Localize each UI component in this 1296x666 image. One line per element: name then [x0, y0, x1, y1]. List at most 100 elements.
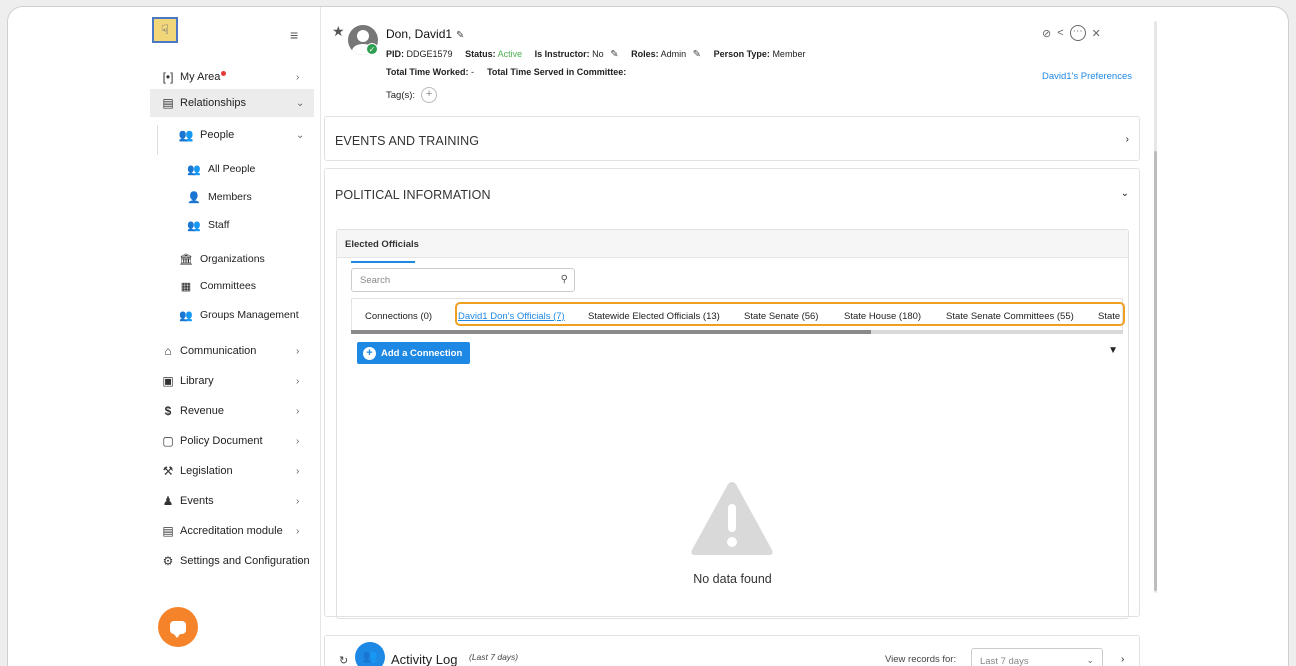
- tab-senate-committees[interactable]: State Senate Committees (55): [946, 311, 1074, 322]
- chevron-right-icon: ›: [296, 71, 300, 83]
- tags-row: Tag(s): +: [386, 87, 438, 103]
- view-records-label: View records for:: [885, 654, 957, 665]
- sidebar-item-committees[interactable]: ▦ Committees: [178, 275, 256, 297]
- time-meta-row: Total Time Worked: - Total Time Served i…: [386, 67, 626, 77]
- app-logo[interactable]: ☟: [152, 17, 178, 43]
- chevron-right-icon: ›: [296, 345, 300, 357]
- committee-icon: ▦: [180, 280, 192, 293]
- card-title: Elected Officials: [345, 239, 419, 250]
- sidebar-item-label: Organizations: [200, 253, 265, 265]
- add-connection-button[interactable]: + Add a Connection: [357, 342, 471, 364]
- edit-pencil-icon[interactable]: ✎: [693, 49, 701, 60]
- sidebar-item-label: All People: [208, 163, 256, 175]
- search-input[interactable]: [352, 269, 542, 291]
- sidebar-item-relationships[interactable]: ▤ Relationships ⌄: [150, 89, 314, 117]
- tab-state-senate[interactable]: State Senate (56): [744, 311, 818, 322]
- sidebar-item-accreditation[interactable]: ▤ Accreditation module ›: [8, 517, 314, 545]
- member-icon: 👤: [187, 191, 201, 204]
- scrollbar-thumb[interactable]: [351, 330, 871, 334]
- sidebar-item-revenue[interactable]: $ Revenue ›: [8, 397, 314, 425]
- close-icon[interactable]: ✕: [1092, 27, 1101, 40]
- sidebar-item-all-people[interactable]: 👥 All People: [186, 158, 255, 180]
- chevron-right-icon: ›: [296, 465, 300, 477]
- warning-icon: [691, 482, 773, 555]
- panel-title[interactable]: POLITICAL INFORMATION: [335, 188, 491, 202]
- chevron-right-icon[interactable]: ›: [1121, 654, 1124, 665]
- tab-connections[interactable]: Connections (0): [365, 311, 432, 322]
- menu-icon[interactable]: ≡: [290, 27, 298, 43]
- chevron-right-icon: ›: [296, 435, 300, 447]
- chat-bubble-icon: [170, 620, 186, 638]
- sidebar-item-label: Policy Document: [180, 435, 263, 447]
- card-header: Elected Officials: [337, 230, 1128, 258]
- tab-scrollbar[interactable]: [351, 330, 1123, 334]
- events-training-panel[interactable]: EVENTS AND TRAINING ›: [324, 116, 1140, 161]
- person-type-value: Member: [772, 49, 806, 59]
- verified-check-icon: ✓: [366, 43, 378, 55]
- sidebar-item-communication[interactable]: ⌂ Communication ›: [8, 337, 314, 365]
- status-value: Active: [497, 49, 523, 59]
- preferences-link[interactable]: David1's Preferences: [1042, 71, 1132, 82]
- political-info-panel: POLITICAL INFORMATION ⌄ Elected Official…: [324, 168, 1140, 619]
- activity-subtitle: (Last 7 days): [469, 652, 519, 662]
- chevron-down-icon: ⌄: [1086, 655, 1094, 665]
- chevron-down-icon: ⌄: [296, 129, 305, 141]
- communication-icon: ⌂: [164, 344, 172, 358]
- sidebar-item-events[interactable]: ♟ Events ›: [8, 487, 314, 515]
- tab-state-house[interactable]: State House (180): [844, 311, 921, 322]
- add-tag-button[interactable]: +: [421, 87, 438, 103]
- share-icon[interactable]: <: [1057, 27, 1063, 39]
- sidebar-item-groups-management[interactable]: 👥 Groups Management: [178, 304, 299, 326]
- refresh-icon[interactable]: ↻: [339, 654, 348, 666]
- gear-icon: ⚙: [162, 554, 174, 568]
- sidebar-item-label: Staff: [208, 219, 230, 231]
- star-icon[interactable]: ★: [332, 23, 345, 40]
- library-icon: ▣: [162, 374, 174, 388]
- sidebar-item-organizations[interactable]: 🏛 Organizations: [178, 248, 265, 270]
- filter-icon[interactable]: ▼: [1108, 345, 1118, 356]
- plus-icon: +: [363, 346, 376, 360]
- staff-icon: 👥: [187, 219, 201, 232]
- hide-icon[interactable]: ⊘: [1042, 27, 1051, 40]
- page-scrollbar[interactable]: [1154, 21, 1157, 593]
- chat-button[interactable]: [158, 607, 198, 647]
- accreditation-icon: ▤: [162, 524, 174, 538]
- sidebar-item-library[interactable]: ▣ Library ›: [8, 367, 314, 395]
- sidebar-item-label: My Area: [180, 71, 221, 83]
- tab-my-officials[interactable]: David1 Don's Officials (7): [458, 311, 565, 322]
- profile-meta-row: PID: DDGE1579 Status: Active Is Instruct…: [386, 49, 805, 60]
- view-records-select[interactable]: Last 7 days ⌄: [971, 648, 1103, 666]
- sidebar-item-legislation[interactable]: ⚒ Legislation ›: [8, 457, 314, 485]
- scrollbar-thumb[interactable]: [1154, 151, 1157, 591]
- sidebar-item-settings[interactable]: ⚙ Settings and Configuration ›: [8, 547, 314, 575]
- sidebar-item-members[interactable]: 👤 Members: [186, 186, 252, 208]
- tab-statewide-officials[interactable]: Statewide Elected Officials (13): [588, 311, 720, 322]
- person-name: Don, David1 ✎: [386, 27, 464, 41]
- sidebar-item-my-area[interactable]: [•] My Area ›: [8, 63, 314, 91]
- chevron-right-icon: ›: [296, 405, 300, 417]
- sidebar: ☟ ≡ [•] My Area › ▤ Relationships ⌄ 👥 Pe…: [8, 7, 321, 666]
- tab-bar: Connections (0) David1 Don's Officials (…: [351, 298, 1123, 334]
- groups-icon: 👥: [179, 309, 193, 322]
- tags-label: Tag(s):: [386, 89, 416, 101]
- edit-pencil-icon[interactable]: ✎: [456, 30, 464, 41]
- app-window: ☟ ≡ [•] My Area › ▤ Relationships ⌄ 👥 Pe…: [7, 6, 1289, 666]
- sidebar-item-policy-document[interactable]: ▢ Policy Document ›: [8, 427, 314, 455]
- person-type-label: Person Type:: [713, 49, 770, 59]
- more-options-icon[interactable]: ⋯: [1069, 25, 1086, 41]
- search-box: ⚲: [351, 268, 575, 292]
- status-label: Status:: [465, 49, 496, 59]
- sidebar-item-staff[interactable]: 👥 Staff: [186, 214, 229, 236]
- edit-pencil-icon[interactable]: ✎: [610, 49, 618, 60]
- sidebar-item-people[interactable]: 👥 People ⌄: [8, 121, 314, 149]
- notification-dot: [221, 71, 227, 76]
- sidebar-item-label: Settings and Configuration: [180, 555, 310, 567]
- document-icon: ▢: [162, 434, 174, 448]
- search-icon[interactable]: ⚲: [561, 274, 568, 285]
- logo-glyph: ☟: [161, 22, 169, 37]
- time-committee-label: Total Time Served in Committee:: [487, 67, 627, 77]
- panel-title: EVENTS AND TRAINING: [335, 134, 480, 148]
- dollar-icon: $: [164, 404, 172, 418]
- tab-state-house-committees[interactable]: State Hou: [1098, 311, 1122, 322]
- chevron-down-icon[interactable]: ⌄: [1121, 188, 1129, 199]
